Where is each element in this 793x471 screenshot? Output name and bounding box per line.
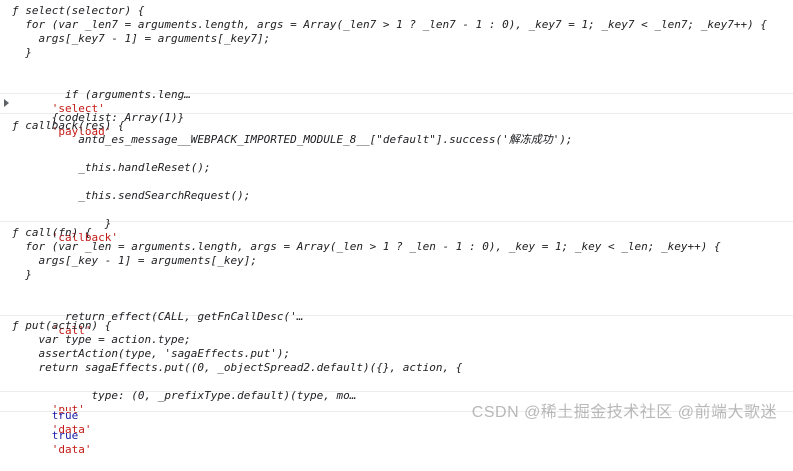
boolean-value: true (51, 429, 79, 442)
code-line: ƒ select(selector) { (12, 4, 145, 17)
console-entry-put[interactable]: ƒ put(action) { var type = action.type; … (0, 316, 793, 416)
devtools-console: ƒ select(selector) { for (var _len7 = ar… (0, 0, 793, 456)
code-line: ƒ put(action) { (12, 319, 112, 332)
code-line: var type = action.type; (12, 333, 191, 346)
code-line: _this.sendSearchRequest(); (12, 189, 251, 202)
code-line: ƒ callback(res) { (12, 119, 125, 132)
console-entry-select[interactable]: ƒ select(selector) { for (var _len7 = ar… (0, 0, 793, 115)
code-line: antd_es_message__WEBPACK_IMPORTED_MODULE… (12, 133, 573, 146)
code-line: assertAction(type, 'sagaEffects.put'); (12, 347, 291, 360)
code-line: args[_key7 - 1] = arguments[_key7]; (12, 32, 271, 45)
code-line: for (var _len7 = arguments.length, args … (12, 18, 767, 31)
console-entry-call[interactable]: ƒ call(fn) { for (var _len = arguments.l… (0, 222, 793, 337)
code-line: true 'data' (12, 415, 92, 471)
code-line: _this.handleReset(); (12, 161, 211, 174)
watermark: CSDN @稀土掘金技术社区 @前端大歌迷 (471, 404, 777, 421)
log-tag-string: 'data' (51, 443, 92, 456)
console-entry-payload[interactable]: {codelist: Array(1)} 'payload' (0, 94, 793, 138)
code-line: args[_key - 1] = arguments[_key]; (12, 254, 258, 267)
code-line: } (12, 46, 32, 59)
code-line: } (12, 268, 32, 281)
console-entry-callback[interactable]: ƒ callback(res) { antd_es_message__WEBPA… (0, 114, 793, 244)
code-line: for (var _len = arguments.length, args =… (12, 240, 721, 253)
expand-triangle-icon[interactable] (4, 99, 9, 107)
code-line: return sagaEffects.put((0, _objectSpread… (12, 361, 463, 374)
code-line: ƒ call(fn) { (12, 226, 92, 239)
